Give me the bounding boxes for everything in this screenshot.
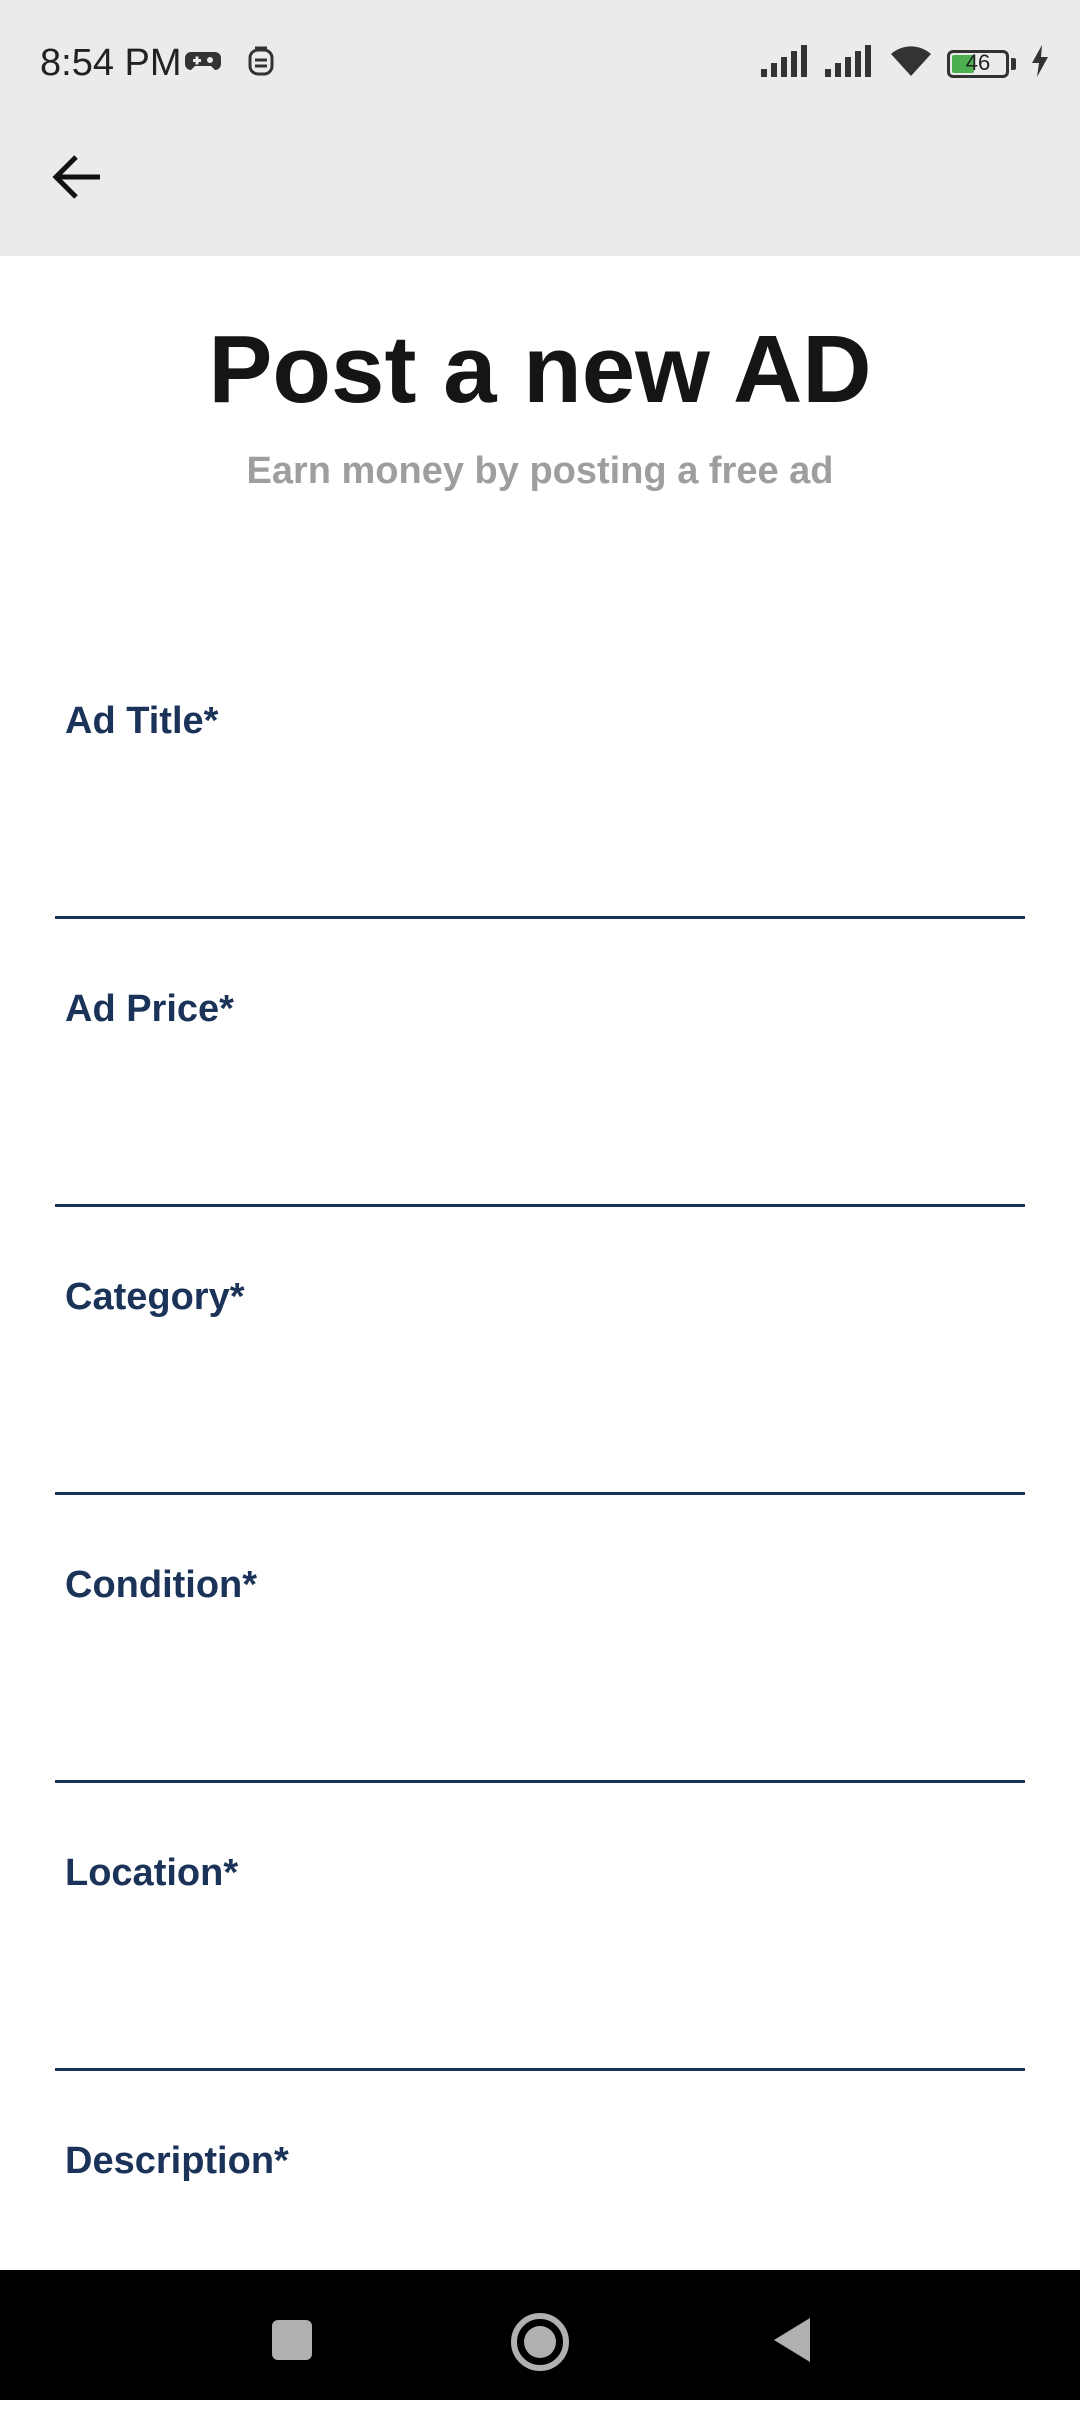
location-field: Location* xyxy=(55,1842,1025,2130)
location-input[interactable] xyxy=(65,1942,1019,2004)
arrow-back-icon xyxy=(52,155,100,199)
page-header: Post a new AD Earn money by posting a fr… xyxy=(0,310,1080,493)
location-underline xyxy=(55,2068,1025,2071)
location-label: Location* xyxy=(65,1852,239,1894)
condition-label: Condition* xyxy=(65,1564,258,1606)
ad-price-label: Ad Price* xyxy=(65,988,234,1030)
back-triangle-icon xyxy=(774,2318,810,2362)
category-input[interactable] xyxy=(65,1366,1019,1428)
battery-level: 46 xyxy=(965,49,991,75)
condition-underline xyxy=(55,1780,1025,1783)
app-bar: 8:54 PM 46 xyxy=(0,0,1080,256)
page-title: Post a new AD xyxy=(208,316,872,423)
ad-price-field: Ad Price* xyxy=(55,978,1025,1266)
post-ad-form: Ad Title* Ad Price* Category* Condition*… xyxy=(55,690,1025,2418)
status-bar: 8:54 PM 46 xyxy=(0,0,1080,130)
ad-price-input[interactable] xyxy=(65,1078,1019,1140)
battery-icon: 46 xyxy=(947,49,1009,78)
ad-title-input[interactable] xyxy=(65,790,1019,852)
condition-field: Condition* xyxy=(55,1554,1025,1842)
signal-icon-2 xyxy=(825,45,875,82)
home-button[interactable] xyxy=(508,2310,569,2371)
notification-face-icon xyxy=(247,46,275,83)
condition-input[interactable] xyxy=(65,1654,1019,1716)
ad-title-label: Ad Title* xyxy=(65,700,219,742)
page-subtitle: Earn money by posting a free ad xyxy=(246,450,834,492)
ad-price-underline xyxy=(55,1204,1025,1207)
home-circle-icon xyxy=(511,2313,569,2371)
charging-icon xyxy=(1030,45,1050,82)
wifi-icon xyxy=(889,44,933,83)
recents-button[interactable] xyxy=(262,2310,322,2370)
category-label: Category* xyxy=(65,1276,245,1318)
system-navigation-bar xyxy=(0,2270,1080,2400)
recents-square-icon xyxy=(272,2320,312,2360)
ad-title-field: Ad Title* xyxy=(55,690,1025,978)
game-controller-icon xyxy=(185,46,221,83)
description-label: Description* xyxy=(65,2140,289,2182)
nav-back-button[interactable] xyxy=(764,2310,824,2370)
category-underline xyxy=(55,1492,1025,1495)
back-button[interactable] xyxy=(40,140,114,214)
signal-icon xyxy=(761,45,811,82)
status-time: 8:54 PM xyxy=(40,42,182,84)
ad-title-underline xyxy=(55,916,1025,919)
category-field: Category* xyxy=(55,1266,1025,1554)
